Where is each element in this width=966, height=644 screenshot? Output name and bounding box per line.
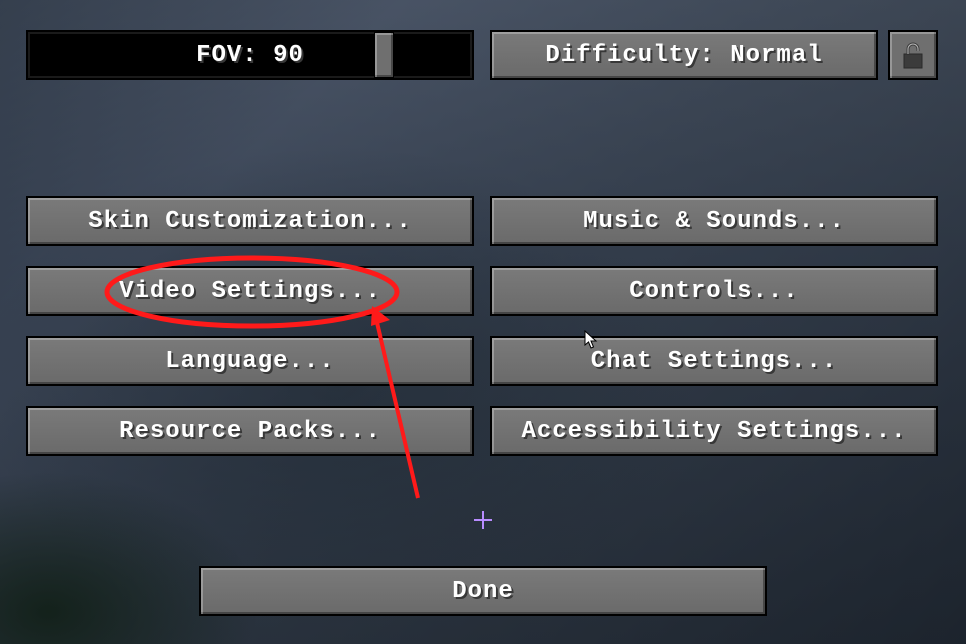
language-button[interactable]: Language... <box>26 336 474 386</box>
button-label: Chat Settings... <box>591 348 837 375</box>
fov-slider[interactable]: FOV: 90 <box>26 30 474 80</box>
chat-settings-button[interactable]: Chat Settings... <box>490 336 938 386</box>
button-label: Accessibility Settings... <box>521 418 906 445</box>
lock-open-icon <box>900 40 926 70</box>
difficulty-lock-button[interactable] <box>888 30 938 80</box>
button-label: Music & Sounds... <box>583 208 845 235</box>
button-label: Video Settings... <box>119 278 381 305</box>
accessibility-settings-button[interactable]: Accessibility Settings... <box>490 406 938 456</box>
button-label: Language... <box>165 348 334 375</box>
button-label: Skin Customization... <box>88 208 411 235</box>
music-sounds-button[interactable]: Music & Sounds... <box>490 196 938 246</box>
button-label: Resource Packs... <box>119 418 381 445</box>
difficulty-button[interactable]: Difficulty: Normal <box>490 30 878 80</box>
resource-packs-button[interactable]: Resource Packs... <box>26 406 474 456</box>
fov-slider-label: FOV: 90 <box>196 42 304 69</box>
button-label: Controls... <box>629 278 798 305</box>
fov-slider-thumb[interactable] <box>374 32 394 78</box>
video-settings-button[interactable]: Video Settings... <box>26 266 474 316</box>
crosshair-icon <box>474 511 492 529</box>
button-label: Done <box>452 578 514 605</box>
controls-button[interactable]: Controls... <box>490 266 938 316</box>
skin-customization-button[interactable]: Skin Customization... <box>26 196 474 246</box>
done-button[interactable]: Done <box>199 566 767 616</box>
difficulty-label: Difficulty: Normal <box>545 42 822 69</box>
